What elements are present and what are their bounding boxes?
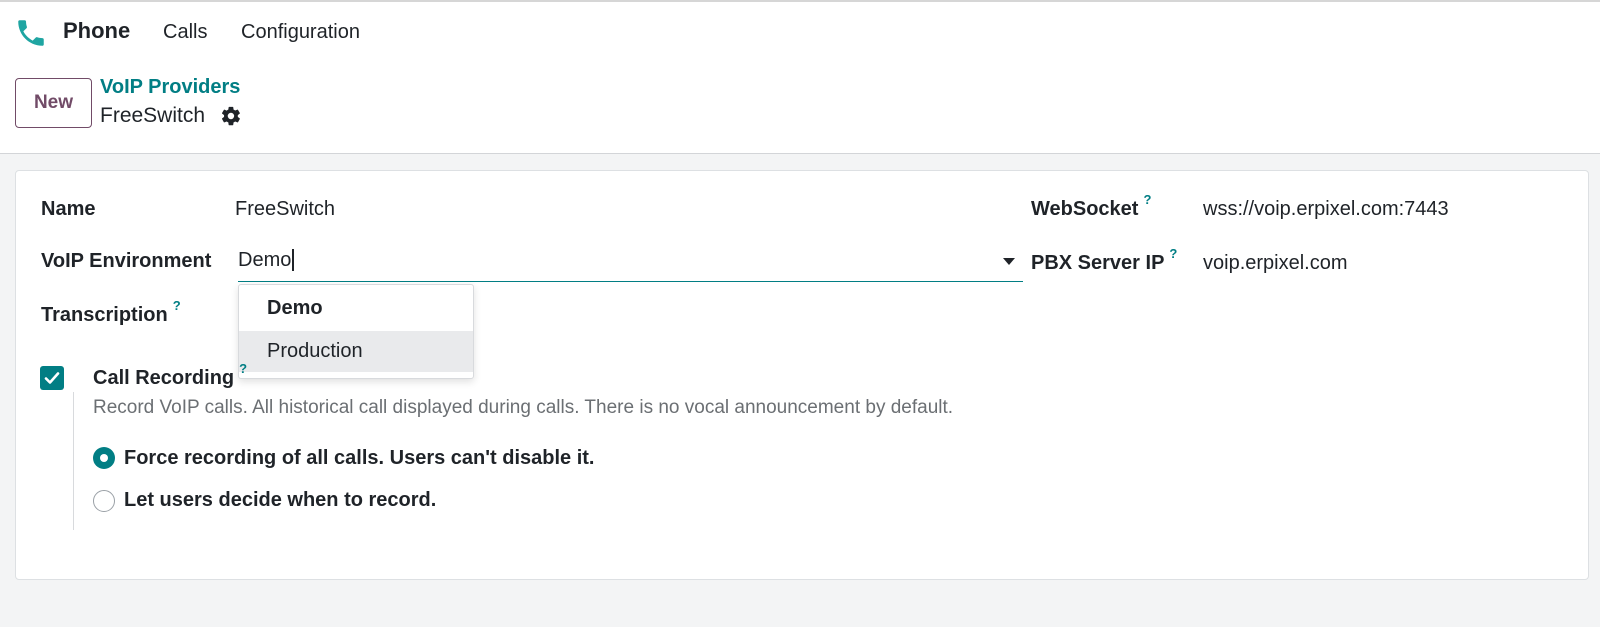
top-navbar: Phone Calls Configuration [0,0,1600,62]
new-button[interactable]: New [15,78,92,128]
transcription-label: Transcription? [41,298,181,327]
text-cursor [292,248,294,271]
pbx-server-ip-label: PBX Server IP? [1031,246,1177,275]
websocket-field[interactable]: wss://voip.erpixel.com:7443 [1203,198,1449,221]
help-tooltip-icon[interactable]: ? [173,298,181,313]
pbx-server-ip-label-text: PBX Server IP [1031,252,1165,274]
breadcrumb-current-record: FreeSwitch [100,104,206,127]
voip-environment-select[interactable]: Demo [238,244,1023,282]
check-icon [44,372,60,384]
call-recording-label: Call Recording? [93,361,247,390]
voip-environment-value: Demo [238,249,292,271]
help-tooltip-icon[interactable]: ? [1143,192,1151,207]
phone-icon[interactable] [14,14,48,52]
control-panel: New VoIP Providers FreeSwitch [0,62,1600,154]
force-recording-radio[interactable] [93,447,115,469]
dropdown-option-production[interactable]: Production [239,331,473,372]
gear-icon[interactable] [220,105,242,127]
let-users-decide-radio[interactable] [93,490,115,512]
help-tooltip-icon[interactable]: ? [239,361,247,376]
call-recording-checkbox[interactable] [40,366,64,390]
breadcrumb-parent-link[interactable]: VoIP Providers [100,76,240,99]
name-field[interactable]: FreeSwitch [235,198,335,221]
call-recording-label-text: Call Recording [93,367,235,389]
form-sheet: Name FreeSwitch VoIP Environment Demo Tr… [15,170,1589,580]
app-title[interactable]: Phone [63,18,130,44]
menu-item-calls[interactable]: Calls [163,21,207,44]
help-tooltip-icon[interactable]: ? [1169,246,1177,261]
pbx-server-ip-field[interactable]: voip.erpixel.com [1203,252,1348,275]
divider [73,392,74,530]
voip-environment-dropdown: Demo Production [238,284,474,379]
caret-down-icon[interactable] [1003,258,1015,265]
websocket-label: WebSocket? [1031,192,1151,221]
force-recording-label[interactable]: Force recording of all calls. Users can'… [124,447,594,470]
voip-environment-label: VoIP Environment [41,250,212,272]
let-users-decide-label[interactable]: Let users decide when to record. [124,489,436,512]
menu-item-configuration[interactable]: Configuration [241,21,360,44]
call-recording-description: Record VoIP calls. All historical call d… [93,397,954,418]
dropdown-option-demo[interactable]: Demo [239,288,473,329]
transcription-label-text: Transcription [41,304,168,326]
name-label: Name [41,198,96,220]
websocket-label-text: WebSocket [1031,198,1139,220]
